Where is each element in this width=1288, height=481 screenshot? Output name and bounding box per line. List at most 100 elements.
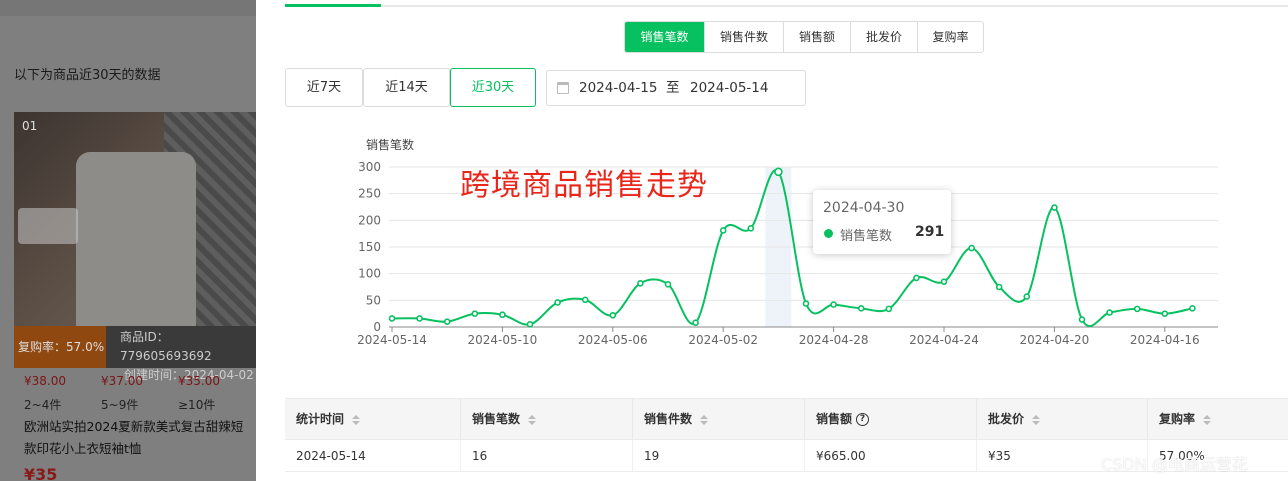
- product-id: 商品ID：779605693692: [120, 330, 212, 363]
- series-dot-icon: [824, 229, 833, 238]
- y-tick-label: 50: [366, 293, 381, 307]
- tooltip-date: 2024-04-30: [823, 200, 905, 216]
- help-icon[interactable]: ?: [856, 413, 870, 426]
- tab-underline-track: [285, 5, 1288, 7]
- col-wholesale-price[interactable]: 批发价: [977, 399, 1148, 439]
- tooltip-value: 291: [915, 224, 945, 240]
- x-tick-label: 2024-04-24: [909, 333, 979, 347]
- range-14-days-button[interactable]: 近14天: [363, 68, 450, 107]
- data-intro-text: 以下为商品近30天的数据: [14, 68, 161, 83]
- y-tick-label: 150: [358, 240, 381, 254]
- col-label: 批发价: [988, 412, 1025, 426]
- tier-quantity: ≥10件: [178, 398, 216, 412]
- cell-sales-amount: ¥665.00: [805, 440, 977, 471]
- data-point: [830, 301, 837, 308]
- data-point: [581, 296, 589, 304]
- data-point: [940, 278, 948, 285]
- data-point: [747, 225, 755, 232]
- y-tick-label: 250: [358, 187, 381, 201]
- data-point: [471, 310, 479, 317]
- data-point: [692, 319, 699, 327]
- col-stat-date[interactable]: 统计时间: [285, 399, 461, 439]
- col-sales-amount[interactable]: 销售额?: [805, 399, 977, 439]
- image-sticker: [18, 208, 78, 244]
- x-tick-label: 2024-05-02: [688, 333, 758, 347]
- overlay-title: 跨境商品销售走势: [460, 168, 708, 203]
- date-range-end[interactable]: 2024-05-14: [690, 71, 768, 105]
- tshirt-shape: [76, 152, 196, 342]
- col-sales-quantity[interactable]: 销售件数: [633, 399, 805, 439]
- calendar-icon: [557, 82, 569, 94]
- tier-prices: ¥38.00 ¥37.00 ¥35.00: [24, 374, 256, 388]
- tab-active-indicator: [285, 4, 381, 7]
- sort-icon[interactable]: [528, 414, 537, 425]
- tier-price: ¥35.00: [178, 374, 220, 388]
- data-point: [774, 167, 783, 177]
- col-label: 复购率: [1159, 412, 1196, 426]
- tab-wholesale-price[interactable]: 批发价: [850, 22, 917, 52]
- data-point: [1106, 309, 1113, 316]
- col-label: 销售额: [816, 412, 853, 426]
- col-label: 销售件数: [644, 412, 693, 426]
- background-header-bar: [0, 0, 256, 16]
- data-point: [857, 305, 865, 312]
- product-rank: 01: [22, 119, 38, 133]
- table-header: 统计时间 销售笔数 销售件数 销售额? 批发价 复购率: [285, 398, 1288, 440]
- sort-icon[interactable]: [1032, 414, 1041, 425]
- date-range-start[interactable]: 2024-04-15: [579, 71, 657, 105]
- product-title[interactable]: 欧洲站实拍2024夏新款美式复古甜辣短款印花小上衣短袖t恤: [24, 416, 252, 460]
- date-range-separator: 至: [666, 80, 680, 96]
- data-point: [388, 315, 396, 322]
- data-point: [499, 311, 506, 319]
- watermark-text: CSDN @电商运营花: [1101, 455, 1248, 474]
- tab-sales-quantity[interactable]: 销售件数: [704, 22, 783, 52]
- data-point: [1023, 293, 1031, 300]
- data-point: [1133, 305, 1141, 313]
- x-tick-label: 2024-04-20: [1020, 333, 1090, 347]
- cell-sales-quantity: 19: [633, 440, 805, 471]
- col-repurchase-rate[interactable]: 复购率: [1148, 399, 1288, 439]
- data-point: [637, 279, 644, 287]
- date-range-picker[interactable]: 2024-04-15 至 2024-05-14: [546, 70, 806, 106]
- tab-sales-orders[interactable]: 销售笔数: [625, 22, 704, 52]
- range-30-days-button[interactable]: 近30天: [450, 68, 536, 107]
- x-tick-label: 2024-04-28: [799, 333, 869, 347]
- data-point: [416, 315, 423, 322]
- y-tick-label: 100: [358, 267, 381, 281]
- tab-sales-amount[interactable]: 销售额: [783, 22, 850, 52]
- x-tick-label: 2024-05-14: [357, 333, 427, 347]
- tab-repurchase-rate[interactable]: 复购率: [917, 22, 983, 52]
- repurchase-badge: 复购率：57.0%: [14, 326, 106, 368]
- x-tick-label: 2024-04-16: [1130, 333, 1200, 347]
- x-tick-label: 2024-05-06: [578, 333, 648, 347]
- x-tick-label: 2024-05-10: [468, 333, 538, 347]
- data-point: [802, 300, 810, 307]
- chart-tooltip: 2024-04-30 销售笔数 291: [813, 190, 951, 254]
- background-product-list: 以下为商品近30天的数据 01 复购率：57.0% 商品ID：779605693…: [0, 0, 256, 481]
- data-point: [1051, 204, 1058, 211]
- data-point: [1189, 305, 1196, 312]
- y-tick-label: 0: [373, 320, 381, 334]
- product-meta: 商品ID：779605693692 创建时间：2024-04-02: [106, 326, 256, 382]
- data-point: [968, 244, 975, 252]
- tier-price: ¥37.00: [101, 374, 143, 388]
- sort-icon[interactable]: [700, 414, 709, 425]
- data-point: [719, 227, 727, 234]
- data-point: [443, 318, 451, 325]
- data-point: [995, 283, 1003, 291]
- y-axis-label: 销售笔数: [366, 137, 414, 152]
- sort-icon[interactable]: [1203, 414, 1212, 425]
- data-point: [885, 305, 893, 313]
- tooltip-label: 销售笔数: [840, 229, 893, 244]
- data-point: [1078, 316, 1086, 323]
- data-point: [913, 274, 920, 282]
- sort-icon[interactable]: [352, 414, 361, 425]
- product-price: ¥35: [24, 465, 58, 481]
- data-point: [554, 299, 561, 306]
- col-sales-orders[interactable]: 销售笔数: [461, 399, 633, 439]
- sales-trend-panel: 销售笔数 销售件数 销售额 批发价 复购率 近7天 近14天 近30天 2024…: [256, 0, 1288, 481]
- range-7-days-button[interactable]: 近7天: [285, 68, 363, 107]
- cell-stat-date: 2024-05-14: [285, 440, 461, 471]
- data-point: [664, 281, 672, 288]
- y-tick-label: 300: [358, 160, 381, 174]
